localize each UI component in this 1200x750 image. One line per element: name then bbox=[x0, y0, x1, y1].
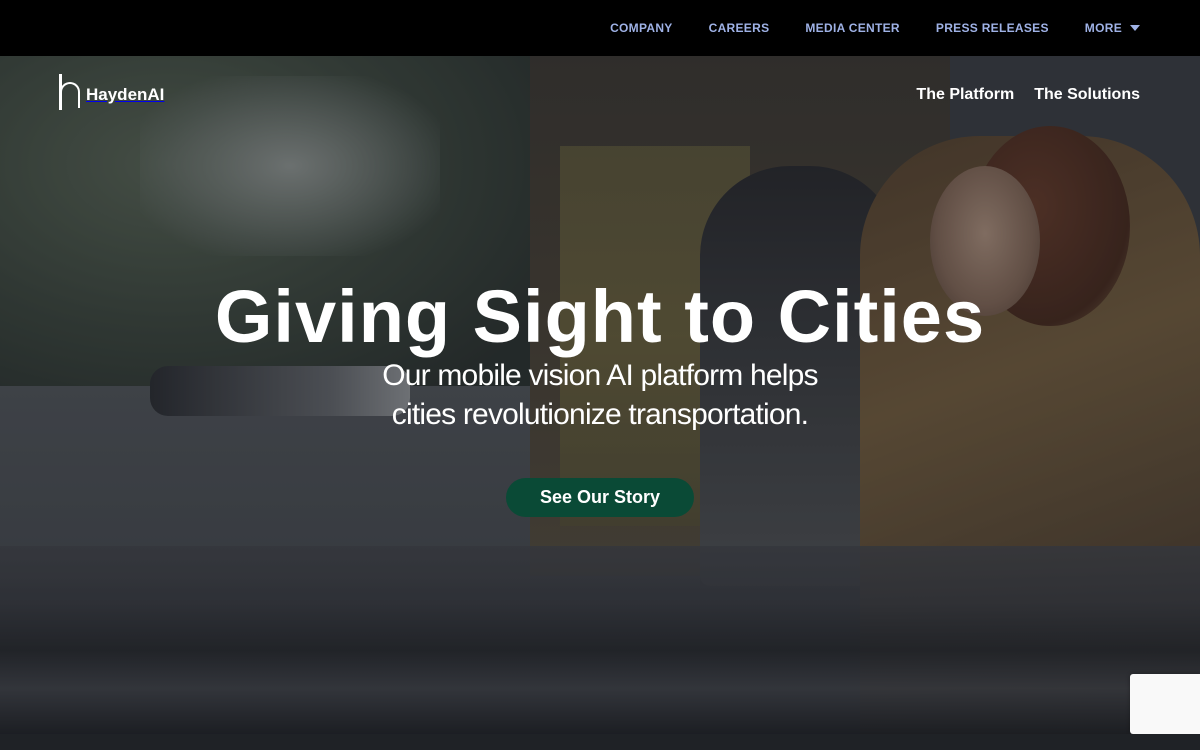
topnav-careers-link[interactable]: CAREERS bbox=[709, 21, 770, 35]
topnav-more-dropdown[interactable]: MORE bbox=[1085, 21, 1140, 35]
hero-section: HaydenAI The Platform The Solutions Givi… bbox=[0, 56, 1200, 734]
main-nav: The Platform The Solutions bbox=[896, 86, 1140, 104]
brand-name: HaydenAI bbox=[86, 85, 165, 104]
next-section-edge bbox=[0, 734, 1200, 750]
topnav-company-link[interactable]: COMPANY bbox=[610, 21, 673, 35]
topnav-media-center-link[interactable]: MEDIA CENTER bbox=[805, 21, 900, 35]
see-our-story-button[interactable]: See Our Story bbox=[506, 478, 694, 517]
hero-subtitle: Our mobile vision AI platform helps citi… bbox=[0, 356, 1200, 434]
caret-down-icon bbox=[1130, 25, 1140, 31]
top-utility-bar: COMPANY CAREERS MEDIA CENTER PRESS RELEA… bbox=[0, 0, 1200, 56]
topnav-more-label: MORE bbox=[1084, 21, 1122, 35]
hero-subtitle-line-1: Our mobile vision AI platform helps bbox=[382, 359, 818, 392]
hero-title: Giving Sight to Cities bbox=[214, 275, 986, 358]
hayden-logo-icon bbox=[59, 74, 80, 110]
nav-the-platform[interactable]: The Platform bbox=[916, 86, 1014, 104]
recaptcha-badge[interactable] bbox=[1130, 674, 1200, 734]
brand-logo-link[interactable]: HaydenAI bbox=[59, 74, 165, 110]
topnav-press-releases-link[interactable]: PRESS RELEASES bbox=[936, 21, 1049, 35]
nav-the-solutions[interactable]: The Solutions bbox=[1034, 86, 1140, 104]
hero-subtitle-line-2: cities revolutionize transportation. bbox=[391, 398, 809, 431]
